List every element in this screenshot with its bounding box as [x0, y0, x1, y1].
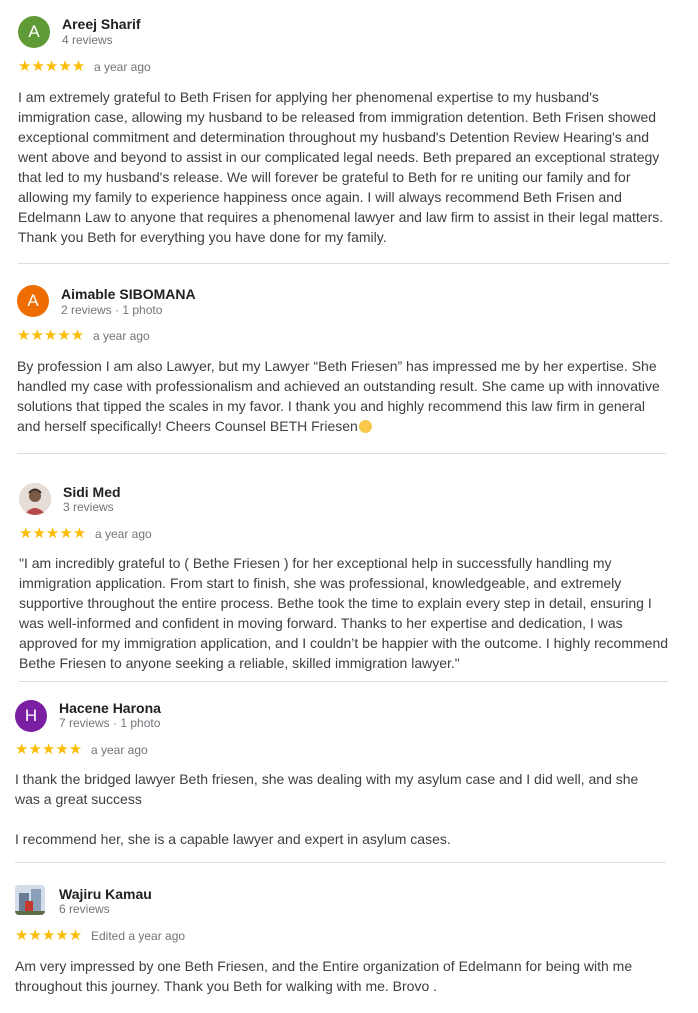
avatar-photo-icon — [19, 483, 51, 515]
avatar[interactable]: A — [18, 16, 50, 48]
avatar[interactable] — [19, 483, 51, 515]
review-date: a year ago — [95, 527, 152, 541]
reviewer-name[interactable]: Wajiru Kamau — [59, 886, 152, 902]
review-card: Wajiru Kamau 6 reviews ★★★★★ Edited a ye… — [0, 872, 698, 1012]
reviewer-name[interactable]: Hacene Harona — [59, 700, 161, 716]
star-rating: ★★★★★ — [19, 525, 87, 542]
review-paragraph: By profession I am also Lawyer, but my L… — [17, 358, 660, 434]
review-date: a year ago — [91, 743, 148, 757]
avatar[interactable]: A — [17, 285, 49, 317]
review-date: a year ago — [93, 329, 150, 343]
reviewer-meta: 4 reviews — [62, 33, 113, 47]
reviewer-name[interactable]: Areej Sharif — [62, 16, 141, 32]
review-date: Edited a year ago — [91, 929, 186, 943]
reviewer-meta: 7 reviews · 1 photo — [59, 716, 161, 730]
star-rating: ★★★★★ — [15, 741, 83, 758]
star-rating: ★★★★★ — [18, 58, 86, 75]
avatar-photo-icon — [15, 885, 45, 915]
reviewer-meta: 2 reviews · 1 photo — [61, 303, 163, 317]
review-text: I am extremely grateful to Beth Frisen f… — [18, 87, 666, 247]
avatar[interactable]: H — [15, 700, 47, 732]
star-rating: ★★★★★ — [15, 927, 83, 944]
star-rating: ★★★★★ — [17, 327, 85, 344]
reviewer-name[interactable]: Sidi Med — [63, 484, 121, 500]
review-text: By profession I am also Lawyer, but my L… — [17, 356, 663, 436]
review-text: Am very impressed by one Beth Friesen, a… — [15, 956, 655, 996]
review-card: A Areej Sharif 4 reviews ★★★★★ a year ag… — [0, 0, 698, 260]
divider — [18, 263, 669, 264]
review-text: "I am incredibly grateful to ( Bethe Fri… — [19, 553, 671, 673]
reviewer-meta: 3 reviews — [63, 500, 114, 514]
divider — [15, 862, 666, 863]
review-text: I thank the bridged lawyer Beth friesen,… — [15, 769, 655, 849]
review-paragraph: I am extremely grateful to Beth Frisen f… — [18, 89, 664, 245]
review-card: Sidi Med 3 reviews ★★★★★ a year ago "I a… — [0, 470, 698, 680]
reviewer-meta: 6 reviews — [59, 902, 110, 916]
review-card: A Aimable SIBOMANA 2 reviews · 1 photo ★… — [0, 270, 698, 450]
divider — [19, 681, 668, 682]
avatar[interactable] — [15, 885, 45, 915]
review-paragraph: I recommend her, she is a capable lawyer… — [15, 831, 451, 847]
review-paragraph: Am very impressed by one Beth Friesen, a… — [15, 958, 633, 994]
review-paragraph: I thank the bridged lawyer Beth friesen,… — [15, 771, 639, 807]
review-paragraph: "I am incredibly grateful to ( Bethe Fri… — [19, 555, 669, 671]
clap-emoji-icon — [358, 420, 372, 433]
review-date: a year ago — [94, 60, 151, 74]
reviewer-name[interactable]: Aimable SIBOMANA — [61, 286, 196, 302]
divider — [17, 453, 666, 454]
review-card: H Hacene Harona 7 reviews · 1 photo ★★★★… — [0, 686, 698, 856]
